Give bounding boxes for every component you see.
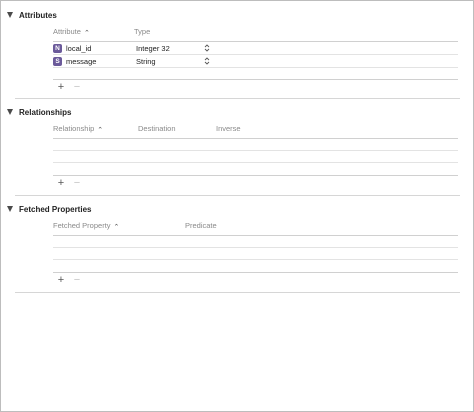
predicate-column-header[interactable]: Predicate [185,221,217,230]
table-bottom-border [53,272,458,273]
destination-column-label: Destination [138,124,176,133]
up-down-stepper-icon[interactable] [204,56,210,66]
relationships-section-header[interactable]: Relationships [7,105,71,119]
fetched-properties-section-title: Fetched Properties [19,204,92,214]
disclosure-triangle-icon[interactable] [7,12,13,18]
section-divider [15,195,460,196]
add-fetched-property-button[interactable]: + [55,275,67,286]
row-divider [53,259,458,260]
relationships-section-title: Relationships [19,107,72,117]
attribute-type[interactable]: String [136,57,156,66]
attribute-type[interactable]: Integer 32 [136,44,170,53]
row-divider [53,247,458,248]
table-row[interactable]: S message String [53,55,458,67]
type-column-header[interactable]: Type [134,27,150,36]
disclosure-triangle-icon[interactable] [7,109,13,115]
string-type-icon: S [53,56,62,66]
attributes-section-header[interactable]: Attributes [7,8,57,22]
inverse-column-label: Inverse [216,124,241,133]
table-bottom-border [53,79,458,80]
section-divider [15,98,460,99]
chevron-up-icon: ⌃ [97,127,104,134]
type-column-label: Type [134,27,151,36]
table-header-divider [53,138,458,139]
relationship-column-label: Relationship [53,124,95,133]
fetched-property-column-label: Fetched Property [53,221,111,230]
chevron-up-icon: ⌃ [113,224,120,231]
disclosure-triangle-icon[interactable] [7,206,13,212]
row-divider [53,67,458,68]
fetched-properties-section-header[interactable]: Fetched Properties [7,202,91,216]
attribute-column-label: Attribute [53,27,81,36]
chevron-up-icon: ⌃ [83,30,90,37]
row-divider [53,162,458,163]
number-type-icon: N [53,43,62,53]
attributes-section-title: Attributes [19,10,57,20]
inverse-column-header[interactable]: Inverse [216,124,241,133]
remove-attribute-button[interactable]: − [71,82,83,93]
section-divider [15,292,460,293]
up-down-stepper-icon[interactable] [204,43,210,53]
table-bottom-border [53,175,458,176]
fetched-property-column-header[interactable]: Fetched Property ⌃ [53,221,120,231]
table-header-divider [53,235,458,236]
entity-editor: Attributes Attribute ⌃ Type N local_id In… [0,0,474,412]
remove-relationship-button[interactable]: − [71,178,83,189]
relationship-column-header[interactable]: Relationship ⌃ [53,124,104,134]
table-row[interactable]: N local_id Integer 32 [53,42,458,54]
attribute-name[interactable]: message [66,57,136,66]
add-relationship-button[interactable]: + [55,178,67,189]
remove-fetched-property-button[interactable]: − [71,275,83,286]
predicate-column-label: Predicate [185,221,217,230]
destination-column-header[interactable]: Destination [138,124,176,133]
attribute-name[interactable]: local_id [66,44,136,53]
add-attribute-button[interactable]: + [55,82,67,93]
row-divider [53,150,458,151]
attribute-column-header[interactable]: Attribute ⌃ [53,27,90,37]
